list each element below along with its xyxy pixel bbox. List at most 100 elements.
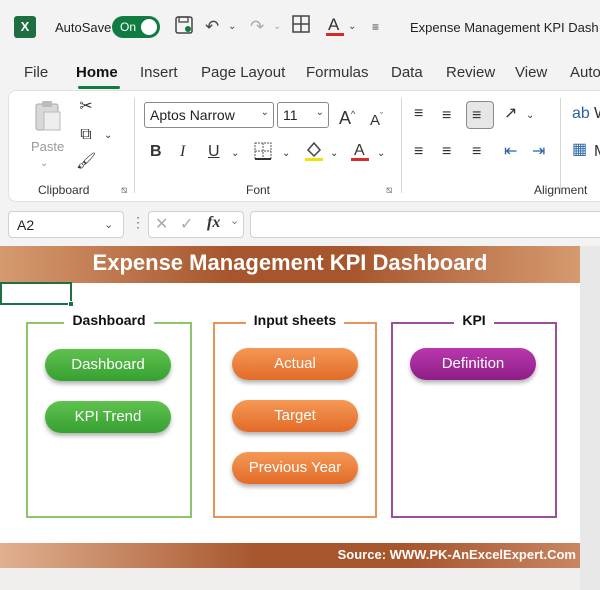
cell-reference: A2 bbox=[17, 217, 35, 233]
align-middle-icon[interactable]: ≡ bbox=[442, 106, 451, 126]
underline-button[interactable]: U bbox=[208, 142, 220, 162]
dashboard-button[interactable]: Dashboard bbox=[45, 349, 171, 381]
ribbon-divider bbox=[560, 98, 561, 193]
italic-button[interactable]: I bbox=[180, 142, 185, 162]
kpi-trend-button[interactable]: KPI Trend bbox=[45, 401, 171, 433]
ribbon-divider bbox=[401, 98, 402, 193]
redo-dropdown-icon[interactable]: ⌄ bbox=[273, 15, 281, 39]
formula-input[interactable] bbox=[250, 211, 600, 238]
font-launcher-icon[interactable]: ⧅ bbox=[386, 185, 392, 196]
undo-dropdown-icon[interactable]: ⌄ bbox=[228, 15, 236, 39]
tab-automate[interactable]: Auto bbox=[570, 64, 600, 81]
excel-logo-icon: X bbox=[14, 16, 36, 38]
active-tab-indicator bbox=[78, 86, 120, 89]
sheet-right-edge bbox=[580, 246, 600, 590]
orientation-dropdown-icon[interactable]: ⌄ bbox=[526, 106, 534, 126]
align-right-icon[interactable]: ≡ bbox=[472, 142, 481, 162]
definition-button[interactable]: Definition bbox=[410, 348, 536, 380]
tab-file[interactable]: File bbox=[24, 64, 48, 81]
align-left-icon[interactable]: ≡ bbox=[414, 142, 423, 162]
shrink-font-icon[interactable]: Aˇ bbox=[370, 106, 383, 131]
selected-cell-a2[interactable] bbox=[0, 282, 72, 305]
fx-dropdown-icon[interactable]: ⌄ bbox=[230, 214, 239, 227]
orientation-icon[interactable]: ↗ bbox=[504, 104, 517, 124]
ribbon-divider bbox=[134, 98, 135, 193]
fill-handle[interactable] bbox=[68, 301, 74, 307]
source-footer-banner: Source: WWW.PK-AnExcelExpert.Com bbox=[0, 543, 580, 568]
font-color-ribbon-icon[interactable]: A bbox=[350, 140, 370, 168]
tab-view[interactable]: View bbox=[515, 64, 547, 81]
previous-year-button[interactable]: Previous Year bbox=[232, 452, 358, 484]
table-icon[interactable] bbox=[292, 15, 310, 39]
fill-color-dropdown-icon[interactable]: ⌄ bbox=[330, 144, 338, 164]
merge-center-icon[interactable]: ▦ bbox=[572, 140, 587, 160]
svg-text:A: A bbox=[354, 142, 365, 159]
paste-dropdown-icon[interactable]: ⌄ bbox=[40, 154, 48, 174]
cut-icon[interactable]: ✂ bbox=[76, 97, 96, 117]
sheet-bottom-area bbox=[0, 568, 580, 590]
tab-review[interactable]: Review bbox=[446, 64, 495, 81]
font-color-dropdown-icon[interactable]: ⌄ bbox=[348, 15, 356, 39]
dashboard-title: Expense Management KPI Dashboard bbox=[92, 250, 488, 275]
chevron-down-icon: ⌄ bbox=[260, 107, 269, 118]
clipboard-launcher-icon[interactable]: ⧅ bbox=[121, 185, 127, 196]
copy-icon[interactable]: ⧉ bbox=[76, 125, 96, 145]
autosave-toggle[interactable]: On bbox=[112, 16, 160, 38]
font-color-dropdown-icon[interactable]: ⌄ bbox=[377, 144, 385, 164]
format-painter-icon[interactable]: 🖌 bbox=[76, 152, 96, 172]
wrap-text-label-icon[interactable]: W bbox=[594, 104, 600, 124]
source-text: Source: WWW.PK-AnExcelExpert.Com bbox=[337, 547, 576, 562]
grow-font-icon[interactable]: A^ bbox=[339, 104, 355, 128]
font-name-value: Aptos Narrow bbox=[150, 107, 235, 123]
copy-dropdown-icon[interactable]: ⌄ bbox=[104, 126, 112, 146]
target-button[interactable]: Target bbox=[232, 400, 358, 432]
group-title-input-sheets: Input sheets bbox=[245, 312, 345, 328]
more-options-icon[interactable]: ⋮ bbox=[131, 214, 145, 231]
borders-dropdown-icon[interactable]: ⌄ bbox=[282, 144, 290, 164]
tab-home[interactable]: Home bbox=[76, 64, 118, 81]
tab-insert[interactable]: Insert bbox=[140, 64, 178, 81]
document-title: Expense Management KPI Dash bbox=[410, 20, 599, 35]
tab-formulas[interactable]: Formulas bbox=[306, 64, 369, 81]
paste-label[interactable]: Paste bbox=[31, 139, 64, 154]
font-color-icon[interactable]: A bbox=[325, 15, 345, 39]
align-center-icon[interactable]: ≡ bbox=[442, 142, 451, 162]
ribbon-tabs: File Home Insert Page Layout Formulas Da… bbox=[0, 56, 600, 90]
fill-color-icon[interactable] bbox=[304, 140, 324, 168]
autosave-state: On bbox=[120, 20, 137, 34]
bold-button[interactable]: B bbox=[150, 142, 162, 162]
tab-data[interactable]: Data bbox=[391, 64, 423, 81]
dashboard-title-banner: Expense Management KPI Dashboard bbox=[0, 246, 580, 283]
toggle-knob bbox=[141, 19, 157, 35]
insert-function-button[interactable]: fx bbox=[207, 214, 220, 232]
font-name-select[interactable]: Aptos Narrow ⌄ bbox=[144, 102, 274, 128]
group-title-kpi: KPI bbox=[454, 312, 494, 328]
alignment-group-label: Alignment bbox=[534, 183, 588, 197]
undo-icon[interactable]: ↶ bbox=[205, 15, 219, 39]
wrap-text-icon[interactable]: ab bbox=[572, 104, 590, 124]
save-icon[interactable] bbox=[174, 15, 194, 39]
cancel-icon[interactable]: ✕ bbox=[155, 214, 168, 234]
svg-text:A: A bbox=[328, 15, 340, 34]
borders-icon[interactable] bbox=[254, 142, 272, 166]
redo-icon[interactable]: ↷ bbox=[250, 15, 264, 39]
merge-label-icon[interactable]: M bbox=[594, 142, 600, 162]
chevron-down-icon: ⌄ bbox=[315, 107, 324, 118]
align-bottom-icon: ≡ bbox=[472, 107, 482, 124]
align-top-icon[interactable]: ≡ bbox=[414, 104, 423, 124]
clipboard-group-label: Clipboard bbox=[38, 183, 90, 197]
enter-check-icon[interactable]: ✓ bbox=[180, 214, 193, 234]
font-size-value: 11 bbox=[283, 107, 298, 123]
increase-indent-icon[interactable]: ⇥ bbox=[532, 142, 545, 162]
autosave-label: AutoSave bbox=[55, 20, 112, 35]
customize-dropdown-icon[interactable]: ≡ bbox=[372, 15, 379, 39]
tab-page-layout[interactable]: Page Layout bbox=[201, 64, 285, 81]
decrease-indent-icon[interactable]: ⇤ bbox=[504, 142, 517, 162]
font-size-select[interactable]: 11 ⌄ bbox=[277, 102, 329, 128]
underline-dropdown-icon[interactable]: ⌄ bbox=[231, 144, 239, 164]
actual-button[interactable]: Actual bbox=[232, 348, 358, 380]
font-group-label: Font bbox=[246, 183, 271, 197]
paste-icon[interactable] bbox=[30, 98, 66, 134]
group-title-dashboard: Dashboard bbox=[64, 312, 154, 328]
name-box-dropdown-icon[interactable]: ⌄ bbox=[104, 218, 113, 231]
